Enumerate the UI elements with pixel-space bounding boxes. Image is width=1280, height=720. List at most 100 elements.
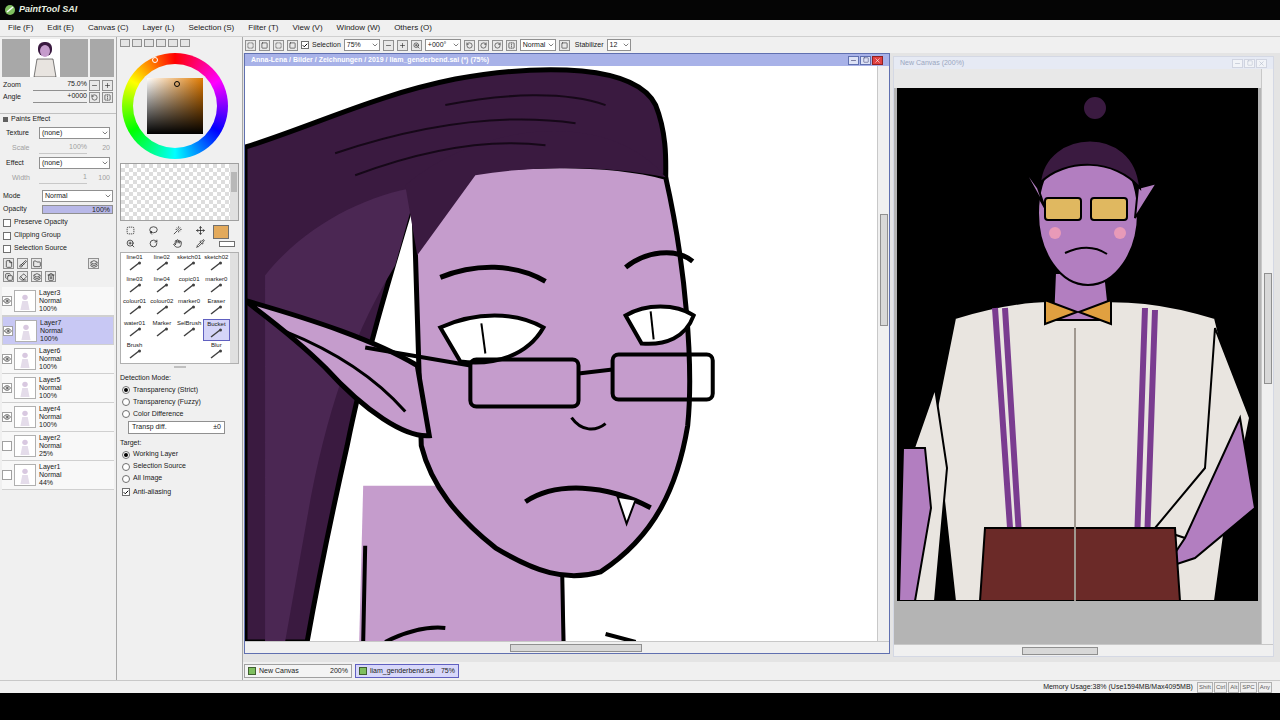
radio-option[interactable]: Working Layer <box>122 449 239 461</box>
preview-artwork[interactable] <box>897 88 1258 601</box>
zoom-select[interactable]: 75% <box>344 39 380 52</box>
current-color[interactable] <box>213 225 239 247</box>
tool-button[interactable] <box>190 225 211 236</box>
checkbox-box[interactable] <box>3 245 11 253</box>
window-titlebar[interactable]: New Canvas (200%) <box>894 57 1273 69</box>
selection-checkbox[interactable]: Selection <box>301 40 341 51</box>
brush-scrollbar[interactable] <box>230 253 238 363</box>
navigator-preview[interactable] <box>2 39 88 77</box>
zoom-in-button[interactable] <box>397 40 408 51</box>
brush-slot[interactable]: line03 <box>121 275 148 297</box>
color-wheel-area[interactable] <box>120 49 239 163</box>
checkbox-box[interactable] <box>122 488 130 496</box>
color-mode-button[interactable] <box>120 39 130 47</box>
visibility-toggle[interactable] <box>2 296 12 306</box>
brush-slot[interactable]: water01 <box>121 319 148 341</box>
visibility-toggle[interactable] <box>2 354 12 364</box>
brush-slot[interactable]: Eraser <box>203 297 230 319</box>
radio-circle[interactable] <box>122 463 130 471</box>
zoom-reset-button[interactable] <box>411 40 422 51</box>
scratchpad[interactable] <box>120 163 239 221</box>
scroll-thumb[interactable] <box>510 644 642 652</box>
layer-row[interactable]: Layer5Normal100% <box>2 374 114 403</box>
paints-effect-header[interactable]: Paints Effect <box>0 113 116 125</box>
angle-select[interactable]: +000° <box>425 39 461 52</box>
checkbox-box[interactable] <box>3 232 11 240</box>
menu-item[interactable]: Filter (T) <box>248 22 278 34</box>
secondary-color-swatch[interactable] <box>219 241 235 247</box>
rotate-left-button[interactable] <box>89 92 100 103</box>
tool-button[interactable] <box>120 238 141 249</box>
angle-row[interactable]: Angle+0000 <box>0 91 116 103</box>
tool-button[interactable] <box>120 225 141 236</box>
brush-slot[interactable]: line04 <box>148 275 175 297</box>
canvas[interactable] <box>245 66 877 641</box>
minimize-button[interactable] <box>848 56 859 65</box>
visibility-toggle[interactable] <box>3 326 13 336</box>
paints-effect-row[interactable]: Texture(none) <box>6 127 110 140</box>
brush-slot[interactable]: sketch01 <box>176 253 203 275</box>
hide-selection-button[interactable] <box>287 40 298 51</box>
brush-slot[interactable]: colour01 <box>121 297 148 319</box>
radio-circle[interactable] <box>122 398 130 406</box>
close-button[interactable] <box>872 56 883 65</box>
layer-settings-button[interactable] <box>88 258 99 269</box>
visibility-toggle[interactable] <box>2 470 12 480</box>
brush-slot[interactable]: Marker <box>148 319 175 341</box>
layer-row[interactable]: Layer4Normal100% <box>2 403 114 432</box>
primary-color-swatch[interactable] <box>213 225 229 239</box>
menu-item[interactable]: View (V) <box>292 22 322 34</box>
scroll-thumb[interactable] <box>1264 273 1272 385</box>
brush-slot[interactable]: line01 <box>121 253 148 275</box>
window-titlebar[interactable]: Anna-Lena / Bilder / Zeichnungen / 2019 … <box>245 54 889 66</box>
canvas-window[interactable]: Anna-Lena / Bilder / Zeichnungen / 2019 … <box>244 53 890 654</box>
navigator[interactable] <box>0 37 116 77</box>
new-folder-button[interactable] <box>31 258 42 269</box>
minimize-button[interactable] <box>1232 59 1243 68</box>
layer-row[interactable]: Layer3Normal100% <box>2 287 114 316</box>
layer-row[interactable]: Layer6Normal100% <box>2 345 114 374</box>
radio-option[interactable]: Color Difference <box>122 408 239 420</box>
radio-option[interactable]: Selection Source <box>122 461 239 473</box>
brush-slot[interactable]: Brush <box>121 341 148 363</box>
menu-item[interactable]: File (F) <box>8 22 33 34</box>
brush-slot[interactable]: Bucket <box>203 319 230 341</box>
menu-item[interactable]: Canvas (C) <box>88 22 128 34</box>
checkbox-box[interactable] <box>301 41 309 49</box>
scratchpad-scrollbar[interactable] <box>230 164 238 220</box>
rotate-reset-button[interactable] <box>492 40 503 51</box>
menu-item[interactable]: Layer (L) <box>142 22 174 34</box>
clear-layer-button[interactable] <box>17 271 28 282</box>
layer-option-checkbox[interactable]: Clipping Group <box>3 230 113 241</box>
invert-button[interactable] <box>259 40 270 51</box>
visibility-toggle[interactable] <box>2 383 12 393</box>
tool-button[interactable] <box>143 238 164 249</box>
blend-select[interactable]: Normal <box>520 39 556 52</box>
preview-window[interactable]: New Canvas (200%) <box>893 56 1274 657</box>
zoom-in-button[interactable] <box>102 80 113 91</box>
checkbox-box[interactable] <box>3 219 11 227</box>
canvas-artwork[interactable] <box>245 66 877 641</box>
effect-select[interactable]: (none) <box>39 157 110 170</box>
flip-button[interactable] <box>506 40 517 51</box>
radio-option[interactable]: Transparency (Strict) <box>122 384 239 396</box>
opacity-row[interactable]: Opacity100% <box>3 204 113 215</box>
tool-button[interactable] <box>143 225 164 236</box>
zoom-out-button[interactable] <box>383 40 394 51</box>
maximize-button[interactable] <box>1244 59 1255 68</box>
zoom-out-button[interactable] <box>89 80 100 91</box>
stabilizer-select[interactable]: 12 <box>607 39 631 52</box>
brush-slot[interactable]: copic01 <box>176 275 203 297</box>
color-mode-button[interactable] <box>144 39 154 47</box>
color-mode-button[interactable] <box>180 39 190 47</box>
brush-slot[interactable]: marker0 <box>203 275 230 297</box>
preview-canvas-area[interactable] <box>894 69 1261 644</box>
tool-button[interactable] <box>190 238 211 249</box>
brush-slot[interactable] <box>148 341 175 363</box>
anti-aliasing-checkbox[interactable]: Anti-aliasing <box>122 487 239 498</box>
radio-circle[interactable] <box>122 451 130 459</box>
color-mode-button[interactable] <box>168 39 178 47</box>
menu-item[interactable]: Selection (S) <box>188 22 234 34</box>
radio-circle[interactable] <box>122 386 130 394</box>
brush-slot[interactable] <box>176 341 203 363</box>
